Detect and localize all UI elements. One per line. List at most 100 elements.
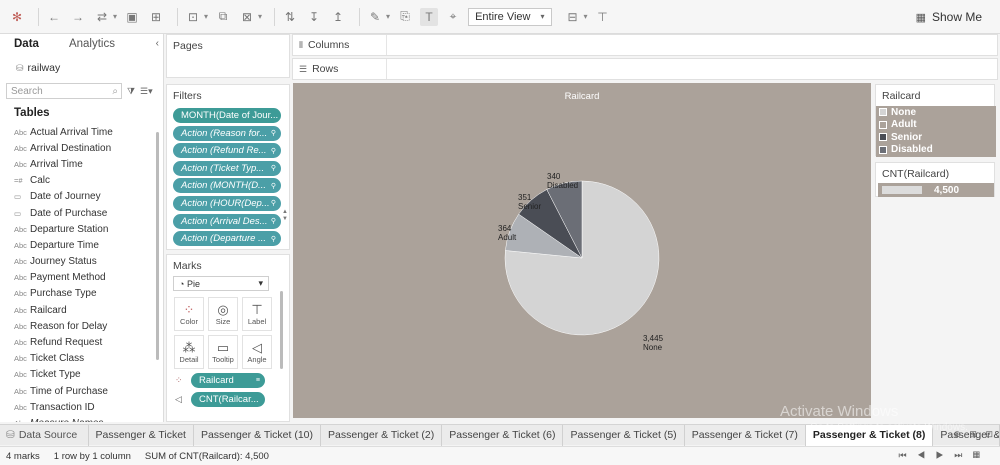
label-button[interactable]: ⊤ Label [242,297,272,331]
filter-pill[interactable]: Action (MONTH(D... ⚲ [173,178,281,194]
field-item[interactable]: ▭ Date of Purchase [14,205,154,221]
chevron-down-icon[interactable]: ▾ [584,12,588,21]
railcard-pill[interactable]: Railcard ≡ [191,373,265,388]
detail-button[interactable]: ⁂ Detail [174,335,204,369]
filter-pill[interactable]: Action (Arrival Des... ⚲ [173,213,281,229]
field-item[interactable]: Abc Payment Method [14,270,154,286]
sheet-tab[interactable]: Passenger & Ticket (2) [321,424,443,446]
legend-item[interactable]: Adult [876,119,996,132]
swap-rows-columns-icon[interactable]: ⇅ [281,8,299,26]
color-button[interactable]: ⁘ Color [174,297,204,331]
field-item[interactable]: Abc Railcard [14,302,154,318]
datasource-item[interactable]: ⛁ railway [0,54,163,74]
pin-icon[interactable]: ⌖ [444,8,462,26]
legend-item[interactable]: Senior [876,131,996,144]
chevron-down-icon[interactable]: ▾ [386,12,390,21]
filter-pill[interactable]: MONTH(Date of Jour... [173,108,281,123]
field-item[interactable]: Abc Departure Time [14,237,154,253]
filter-pill[interactable]: Action (Refund Re... ⚲ [173,143,281,159]
filter-pill[interactable]: Action (Ticket Typ... ⚲ [173,160,281,176]
size-button[interactable]: ◎ Size [208,297,238,331]
presentation-icon[interactable]: ⊤ [594,8,612,26]
mark-type-select[interactable]: ◔ Pie ▾ [173,276,269,291]
rows-shelf[interactable]: ☰ Rows [292,58,998,80]
field-item[interactable]: Abc Actual Arrival Time [14,124,154,140]
filter-scroll-arrows[interactable]: ▲ ▼ [282,209,288,223]
search-input[interactable]: Search ⌕ [6,83,122,99]
new-datasource-icon[interactable]: ⊞ [147,8,165,26]
sort-ascending-icon[interactable]: ↧ [305,8,323,26]
new-worksheet-icon[interactable]: ⊡ [184,8,202,26]
field-item[interactable]: Abc Arrival Destination [14,140,154,156]
filter-list: MONTH(Date of Jour... Action (Reason for.… [167,108,281,247]
field-item[interactable]: Abc Journey Status [14,254,154,270]
legend-swatch [879,133,887,142]
sort-icon: ≡ [255,377,260,384]
sheet-tab[interactable]: Passenger & Ticket (10) [194,424,322,446]
scrollbar[interactable] [156,132,159,360]
fix-axes-icon[interactable]: ⊟ [564,8,582,26]
columns-shelf[interactable]: ⦀ Columns [292,34,998,56]
tab-analytics[interactable]: Analytics [69,38,115,50]
filter-icon[interactable]: ⧩ [127,86,135,97]
filter-pill[interactable]: Action (Reason for... ⚲ [173,125,281,141]
save-icon[interactable]: ▣ [123,8,141,26]
sheet-tab[interactable]: Passenger & Ticket (8) [805,424,934,446]
field-item[interactable]: Abc Transaction ID [14,399,154,415]
field-item[interactable]: Abc Reason for Delay [14,318,154,334]
field-item[interactable]: Abc Refund Request [14,334,154,350]
swap-icon[interactable]: ⇄ [93,8,111,26]
size-legend-fill [882,186,922,194]
action-filter-icon: ⚲ [270,165,276,173]
datasource-name: railway [27,62,61,74]
field-item[interactable]: ▭ Date of Journey [14,189,154,205]
pie-value-label: 351 [518,193,532,202]
field-type-icon: Abc [14,370,27,380]
viz-canvas[interactable]: Railcard 3,445 None 364 Adult 351 Senior 340 Di… [293,83,871,418]
angle-button[interactable]: ◁ Angle [242,335,272,369]
sort-descending-icon[interactable]: ↥ [329,8,347,26]
field-item[interactable]: Abc Departure Station [14,221,154,237]
field-item[interactable]: Abc Ticket Type [14,367,154,383]
show-labels-icon[interactable]: T [420,7,439,26]
sheet-tab[interactable]: Passenger & Ticket [89,424,194,446]
collapse-pane-icon[interactable]: ‹ [156,38,159,49]
chevron-down-icon[interactable]: ▾ [258,12,262,21]
sheet-tab-label: Passenger & Ticket (7) [691,429,798,441]
group-icon[interactable]: ⎘ [396,8,414,26]
field-item[interactable]: =# Calc [14,173,154,189]
legend-item[interactable]: Disabled [876,144,996,157]
field-item[interactable]: AbcMeasure Names [14,415,154,422]
view-options-icon[interactable]: ☰▾ [140,86,153,97]
tab-data-source[interactable]: ⛁ Data Source [0,424,89,446]
filters-title: Filters [173,90,202,102]
sheet-tab[interactable]: Passenger & Ticket (7) [685,424,806,446]
clear-sheet-icon[interactable]: ⊠ [238,8,256,26]
field-item[interactable]: Abc Purchase Type [14,286,154,302]
duplicate-icon[interactable]: ⧉ [214,8,232,26]
sheet-tab[interactable]: Passenger & Ticket (5) [563,424,685,446]
filter-pill[interactable]: Action (HOUR(Dep... ⚲ [173,195,281,211]
tab-data[interactable]: Data [14,38,39,50]
field-item[interactable]: Abc Time of Purchase [14,383,154,399]
tableau-logo-icon[interactable]: ✻ [8,8,26,26]
legend-item[interactable]: None [876,106,996,119]
field-item[interactable]: Abc Ticket Class [14,351,154,367]
scrollbar[interactable] [280,291,283,369]
chevron-down-icon[interactable]: ▾ [113,12,117,21]
tooltip-button[interactable]: ▭ Tooltip [208,335,238,369]
sheet-tab[interactable]: Passenger & Ticket (6) [442,424,564,446]
chevron-down-icon[interactable]: ▾ [204,12,208,21]
fit-select[interactable]: Entire View ▾ [468,7,552,26]
tab-nav-icons[interactable]: ⊕ ⊞ ⊡ [953,429,996,440]
undo-icon[interactable]: ← [45,8,63,26]
filter-pill-label: Action (Ticket Typ... [181,162,265,174]
pie-chart[interactable]: 3,445None 364Adult 351Senior 340Disabled [293,83,871,418]
redo-icon[interactable]: → [69,8,87,26]
field-item[interactable]: Abc Arrival Time [14,156,154,172]
status-nav-icons[interactable]: ⏮ ◀ ▶ ⏭ ▦ [899,450,984,461]
filter-pill[interactable]: Action (Departure ... ⚲ [173,231,281,247]
highlight-icon[interactable]: ✎ [366,8,384,26]
show-me-button[interactable]: ▦ Show Me [916,10,982,24]
count-railcard-pill[interactable]: CNT(Railcar... [191,392,265,407]
